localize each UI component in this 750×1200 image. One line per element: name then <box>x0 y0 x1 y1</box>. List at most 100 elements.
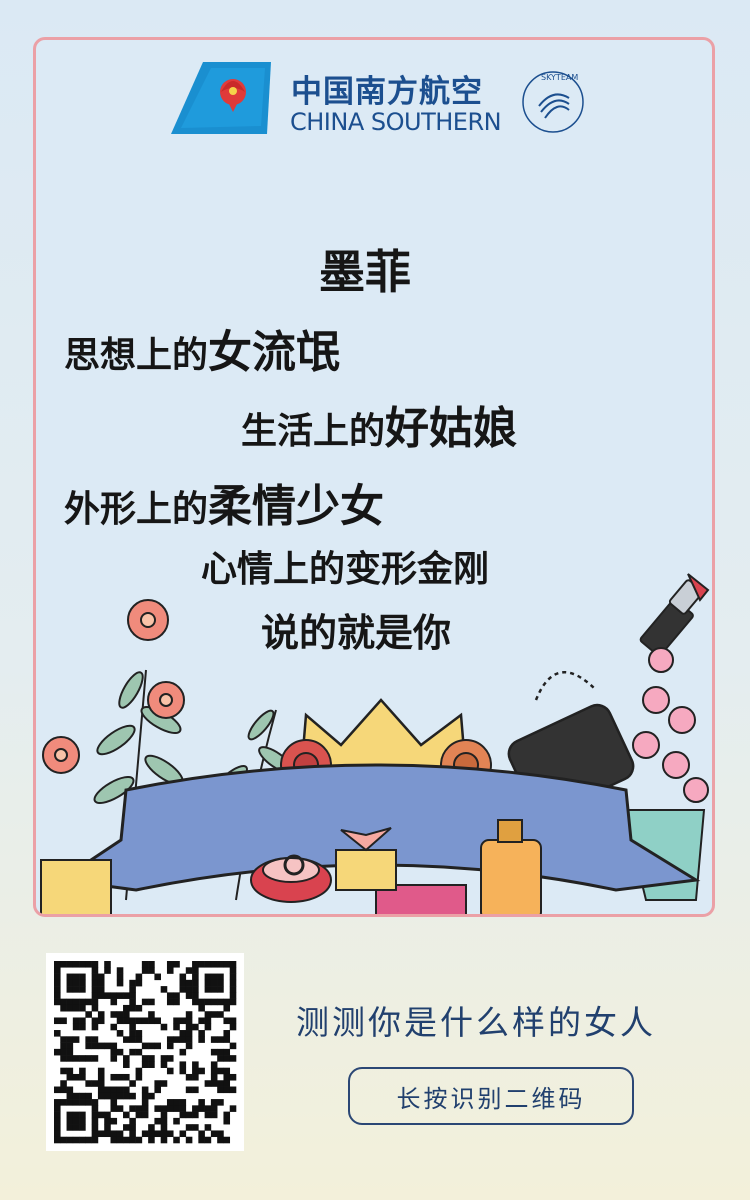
qr-module <box>185 1111 193 1119</box>
qr-module <box>179 979 187 987</box>
qr-module <box>148 1055 155 1062</box>
qr-module <box>60 1042 67 1050</box>
qr-module <box>66 1036 74 1043</box>
qr-module <box>229 961 237 968</box>
scan-qr-button[interactable]: 长按识别二维码 <box>348 1067 634 1125</box>
qr-module <box>85 1011 92 1018</box>
qr-module <box>148 998 155 1006</box>
qr-module <box>135 1030 143 1037</box>
qr-code-icon[interactable] <box>46 953 244 1151</box>
qr-module <box>192 1111 199 1119</box>
qr-module <box>85 1036 92 1043</box>
poster-card: 中国南方航空 CHINA SOUTHERN SKYTEAM 墨菲 思想上的女流氓… <box>33 37 715 917</box>
qr-module <box>154 1080 161 1087</box>
qr-module <box>217 1130 224 1138</box>
qr-module <box>66 1092 74 1100</box>
qr-module <box>91 979 99 987</box>
qr-module <box>116 1086 124 1094</box>
qr-module <box>204 986 212 993</box>
qr-module <box>179 1105 187 1112</box>
qr-module <box>223 1017 231 1025</box>
qr-module <box>198 1099 205 1106</box>
qr-module <box>72 986 80 993</box>
qr-module <box>60 961 67 968</box>
qr-module <box>198 1036 205 1043</box>
qr-module <box>66 1111 74 1119</box>
qr-module <box>85 1080 92 1087</box>
qr-module <box>229 979 237 987</box>
qr-module <box>54 961 61 968</box>
qr-module <box>85 1055 92 1062</box>
qr-module <box>91 986 99 993</box>
qr-module <box>192 979 199 987</box>
decor-illustration <box>40 573 710 914</box>
qr-module <box>91 973 99 981</box>
qr-module <box>123 1092 130 1100</box>
qr-module <box>72 961 80 968</box>
qr-module <box>192 1086 199 1094</box>
qr-module <box>141 1130 149 1138</box>
qr-module <box>129 1023 136 1031</box>
qr-module <box>160 1117 168 1125</box>
qr-module <box>60 1055 67 1062</box>
qr-module <box>210 979 218 987</box>
qr-module <box>54 1086 61 1094</box>
qr-module <box>60 1048 67 1056</box>
qr-module <box>179 1067 187 1075</box>
qr-module <box>123 1011 130 1018</box>
qr-module <box>154 1117 161 1125</box>
qr-module <box>166 1042 174 1050</box>
qr-module <box>116 1030 124 1037</box>
qr-module <box>217 1067 224 1075</box>
qr-module <box>166 998 174 1006</box>
qr-module <box>91 967 99 974</box>
qr-module <box>223 961 231 968</box>
qr-module <box>148 1017 155 1025</box>
qr-module <box>79 1136 86 1144</box>
qr-module <box>54 1030 61 1037</box>
qr-module <box>185 1017 193 1025</box>
qr-module <box>217 1036 224 1043</box>
skyteam-text: SKYTEAM <box>541 73 578 82</box>
qr-module <box>192 998 199 1006</box>
qr-module <box>223 1030 231 1037</box>
skyteam-logo-icon: SKYTEAM <box>522 71 584 133</box>
qr-module <box>54 986 61 993</box>
qr-module <box>192 973 199 981</box>
qr-module <box>91 1105 99 1112</box>
qr-module <box>72 1023 80 1031</box>
qr-module <box>154 1017 161 1025</box>
qr-module <box>204 1017 212 1025</box>
qr-module <box>72 1136 80 1144</box>
qr-module <box>91 1117 99 1125</box>
qr-module <box>97 992 105 999</box>
qr-module <box>148 961 155 968</box>
qr-module <box>198 961 205 968</box>
qr-module <box>204 1105 212 1112</box>
qr-module <box>79 1099 86 1106</box>
line-prefix: 思想上的 <box>64 335 209 376</box>
message-line-3: 外形上的柔情少女 <box>64 470 384 534</box>
qr-module <box>185 1011 193 1018</box>
qr-module <box>72 1117 80 1125</box>
qr-module <box>223 1080 231 1087</box>
qr-module <box>97 1067 105 1075</box>
qr-module <box>135 1004 143 1012</box>
qr-module <box>79 961 86 968</box>
qr-module <box>229 1105 237 1112</box>
qr-module <box>72 1055 80 1062</box>
qr-module <box>97 973 105 981</box>
qr-module <box>97 1042 105 1050</box>
qr-module <box>229 992 237 999</box>
qr-module <box>141 1099 149 1106</box>
qr-module <box>141 967 149 974</box>
qr-module <box>116 967 124 974</box>
qr-module <box>97 986 105 993</box>
qr-module <box>66 1042 74 1050</box>
qr-module <box>54 973 61 981</box>
qr-module <box>192 1023 199 1031</box>
qr-module <box>104 1042 111 1050</box>
qr-module <box>229 1055 237 1062</box>
airline-name-cn: 中国南方航空 <box>291 74 483 110</box>
qr-module <box>91 1136 99 1144</box>
